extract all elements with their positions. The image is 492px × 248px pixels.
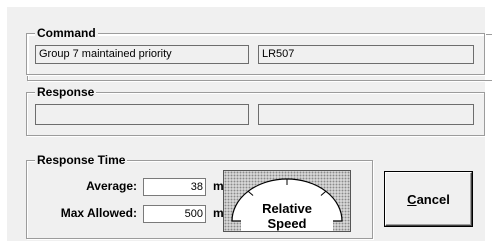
command-group-title: Command	[35, 26, 98, 40]
gauge-label: Relative Speed	[241, 201, 333, 231]
cancel-accelerator: C	[407, 191, 417, 207]
response-group-title: Response	[35, 85, 97, 99]
average-value-field[interactable]: 38	[143, 178, 206, 196]
response-field-2[interactable]	[258, 104, 474, 125]
relative-speed-gauge: Relative Speed	[223, 170, 351, 232]
average-label: Average:	[86, 179, 137, 193]
cancel-button[interactable]: Cancel	[385, 172, 472, 226]
max-allowed-value-field[interactable]: 500	[143, 205, 206, 223]
cancel-label: ancel	[416, 191, 450, 207]
response-field-1[interactable]	[35, 104, 249, 125]
max-allowed-label: Max Allowed:	[60, 206, 137, 220]
command-code-field[interactable]: LR507	[258, 45, 474, 64]
command-description-field[interactable]: Group 7 maintained priority	[35, 45, 249, 64]
response-time-group-title: Response Time	[35, 153, 128, 167]
